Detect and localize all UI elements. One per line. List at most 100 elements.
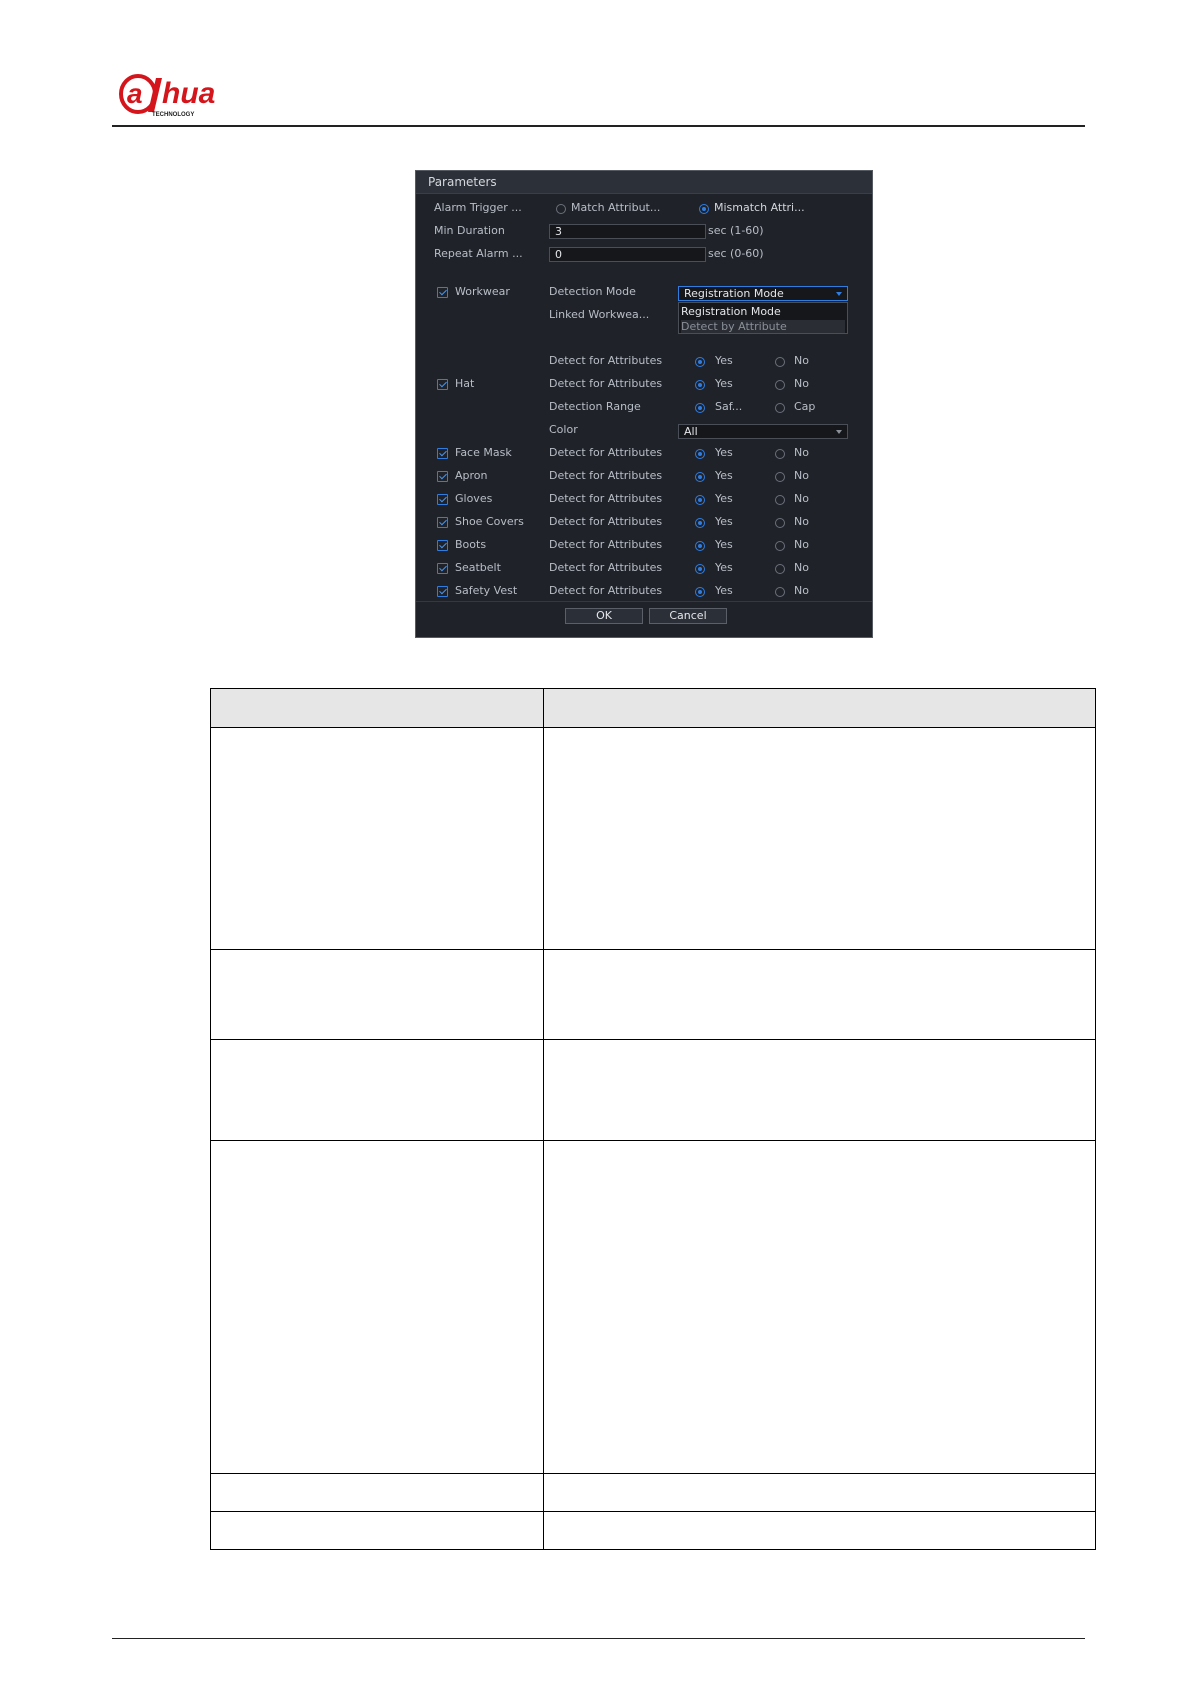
color-label: Color — [549, 423, 578, 436]
detection-mode-select[interactable]: Registration Mode — [678, 286, 848, 301]
item-no-radio[interactable] — [775, 518, 785, 528]
item-yes-radio[interactable] — [695, 495, 705, 505]
repeat-alarm-label: Repeat Alarm ... — [434, 247, 523, 260]
parameters-dialog: Parameters Alarm Trigger ... Match Attri… — [415, 170, 873, 638]
item-label: Shoe Covers — [455, 515, 524, 528]
match-attribute-radio[interactable] — [556, 204, 566, 214]
item-attr-label: Detect for Attributes — [549, 515, 663, 528]
mismatch-attribute-label: Mismatch Attri... — [714, 201, 805, 214]
item-checkbox[interactable] — [437, 540, 448, 551]
table-row — [210, 949, 1096, 1040]
hat-yes-radio-1[interactable] — [695, 357, 705, 367]
item-attr-label: Detect for Attributes — [549, 561, 663, 574]
range-safety-radio[interactable] — [695, 403, 705, 413]
hat-attr-label-2: Detect for Attributes — [549, 377, 663, 390]
item-checkbox[interactable] — [437, 494, 448, 505]
item-yes-label: Yes — [715, 515, 733, 528]
cancel-button[interactable]: Cancel — [649, 608, 727, 624]
item-no-radio[interactable] — [775, 564, 785, 574]
item-label: Boots — [455, 538, 487, 551]
item-checkbox[interactable] — [437, 563, 448, 574]
item-yes-radio[interactable] — [695, 587, 705, 597]
range-safety-label: Saf... — [715, 400, 743, 413]
description-table — [210, 688, 1096, 1550]
hat-no-radio-2[interactable] — [775, 380, 785, 390]
item-no-radio[interactable] — [775, 472, 785, 482]
range-cap-label: Cap — [794, 400, 816, 413]
detection-range-label: Detection Range — [549, 400, 641, 413]
color-value: All — [684, 425, 698, 438]
item-no-label: No — [794, 561, 809, 574]
item-attr-label: Detect for Attributes — [549, 492, 663, 505]
item-no-label: No — [794, 492, 809, 505]
hat-no-radio-1[interactable] — [775, 357, 785, 367]
min-duration-label: Min Duration — [434, 224, 505, 237]
item-checkbox[interactable] — [437, 471, 448, 482]
dropdown-option-registration[interactable]: Registration Mode — [681, 305, 781, 318]
linked-workwear-label: Linked Workwea... — [549, 308, 650, 321]
footer-rule — [112, 1638, 1085, 1639]
item-no-label: No — [794, 584, 809, 597]
svg-text:hua: hua — [162, 77, 215, 110]
item-yes-radio[interactable] — [695, 541, 705, 551]
repeat-alarm-unit: sec (0-60) — [708, 247, 764, 260]
min-duration-input[interactable]: 3 — [549, 224, 706, 239]
item-checkbox[interactable] — [437, 517, 448, 528]
item-no-radio[interactable] — [775, 541, 785, 551]
min-duration-unit: sec (1-60) — [708, 224, 764, 237]
table-header-parameter — [210, 688, 544, 728]
range-cap-radio[interactable] — [775, 403, 785, 413]
item-no-radio[interactable] — [775, 449, 785, 459]
item-no-radio[interactable] — [775, 495, 785, 505]
detection-mode-label: Detection Mode — [549, 285, 636, 298]
hat-label: Hat — [455, 377, 475, 390]
alarm-trigger-label: Alarm Trigger ... — [434, 201, 522, 214]
chevron-down-icon — [836, 292, 842, 296]
item-checkbox[interactable] — [437, 448, 448, 459]
dropdown-option-attribute[interactable]: Detect by Attribute — [681, 320, 845, 333]
workwear-label: Workwear — [455, 285, 510, 298]
item-label: Apron — [455, 469, 488, 482]
item-yes-radio[interactable] — [695, 518, 705, 528]
item-yes-radio[interactable] — [695, 449, 705, 459]
item-yes-label: Yes — [715, 538, 733, 551]
match-attribute-label: Match Attribut... — [571, 201, 661, 214]
item-yes-radio[interactable] — [695, 564, 705, 574]
table-row — [210, 1473, 1096, 1512]
item-yes-label: Yes — [715, 492, 733, 505]
detection-mode-value: Registration Mode — [684, 287, 784, 300]
item-yes-label: Yes — [715, 561, 733, 574]
table-row — [210, 1511, 1096, 1550]
item-attr-label: Detect for Attributes — [549, 538, 663, 551]
hat-no-label-2: No — [794, 377, 809, 390]
item-label: Safety Vest — [455, 584, 518, 597]
mismatch-attribute-radio[interactable] — [699, 204, 709, 214]
hat-yes-label-2: Yes — [715, 377, 733, 390]
item-yes-label: Yes — [715, 446, 733, 459]
ok-button[interactable]: OK — [565, 608, 643, 624]
footer-divider — [416, 601, 872, 602]
dialog-title: Parameters — [428, 175, 497, 189]
hat-no-label-1: No — [794, 354, 809, 367]
repeat-alarm-input[interactable]: 0 — [549, 247, 706, 262]
color-select[interactable]: All — [678, 424, 848, 439]
dahua-logo: a hua TECHNOLOGY — [119, 74, 215, 118]
item-attr-label: Detect for Attributes — [549, 446, 663, 459]
item-no-label: No — [794, 469, 809, 482]
item-no-label: No — [794, 446, 809, 459]
item-attr-label: Detect for Attributes — [549, 469, 663, 482]
item-yes-radio[interactable] — [695, 472, 705, 482]
item-yes-label: Yes — [715, 469, 733, 482]
item-label: Gloves — [455, 492, 493, 505]
item-no-radio[interactable] — [775, 587, 785, 597]
table-row — [210, 1039, 1096, 1141]
hat-checkbox[interactable] — [437, 379, 448, 390]
workwear-checkbox[interactable] — [437, 287, 448, 298]
hat-attr-label-1: Detect for Attributes — [549, 354, 663, 367]
logo-sub: TECHNOLOGY — [152, 112, 194, 118]
item-label: Seatbelt — [455, 561, 501, 574]
item-no-label: No — [794, 538, 809, 551]
table-row — [210, 1140, 1096, 1474]
item-checkbox[interactable] — [437, 586, 448, 597]
hat-yes-radio-2[interactable] — [695, 380, 705, 390]
